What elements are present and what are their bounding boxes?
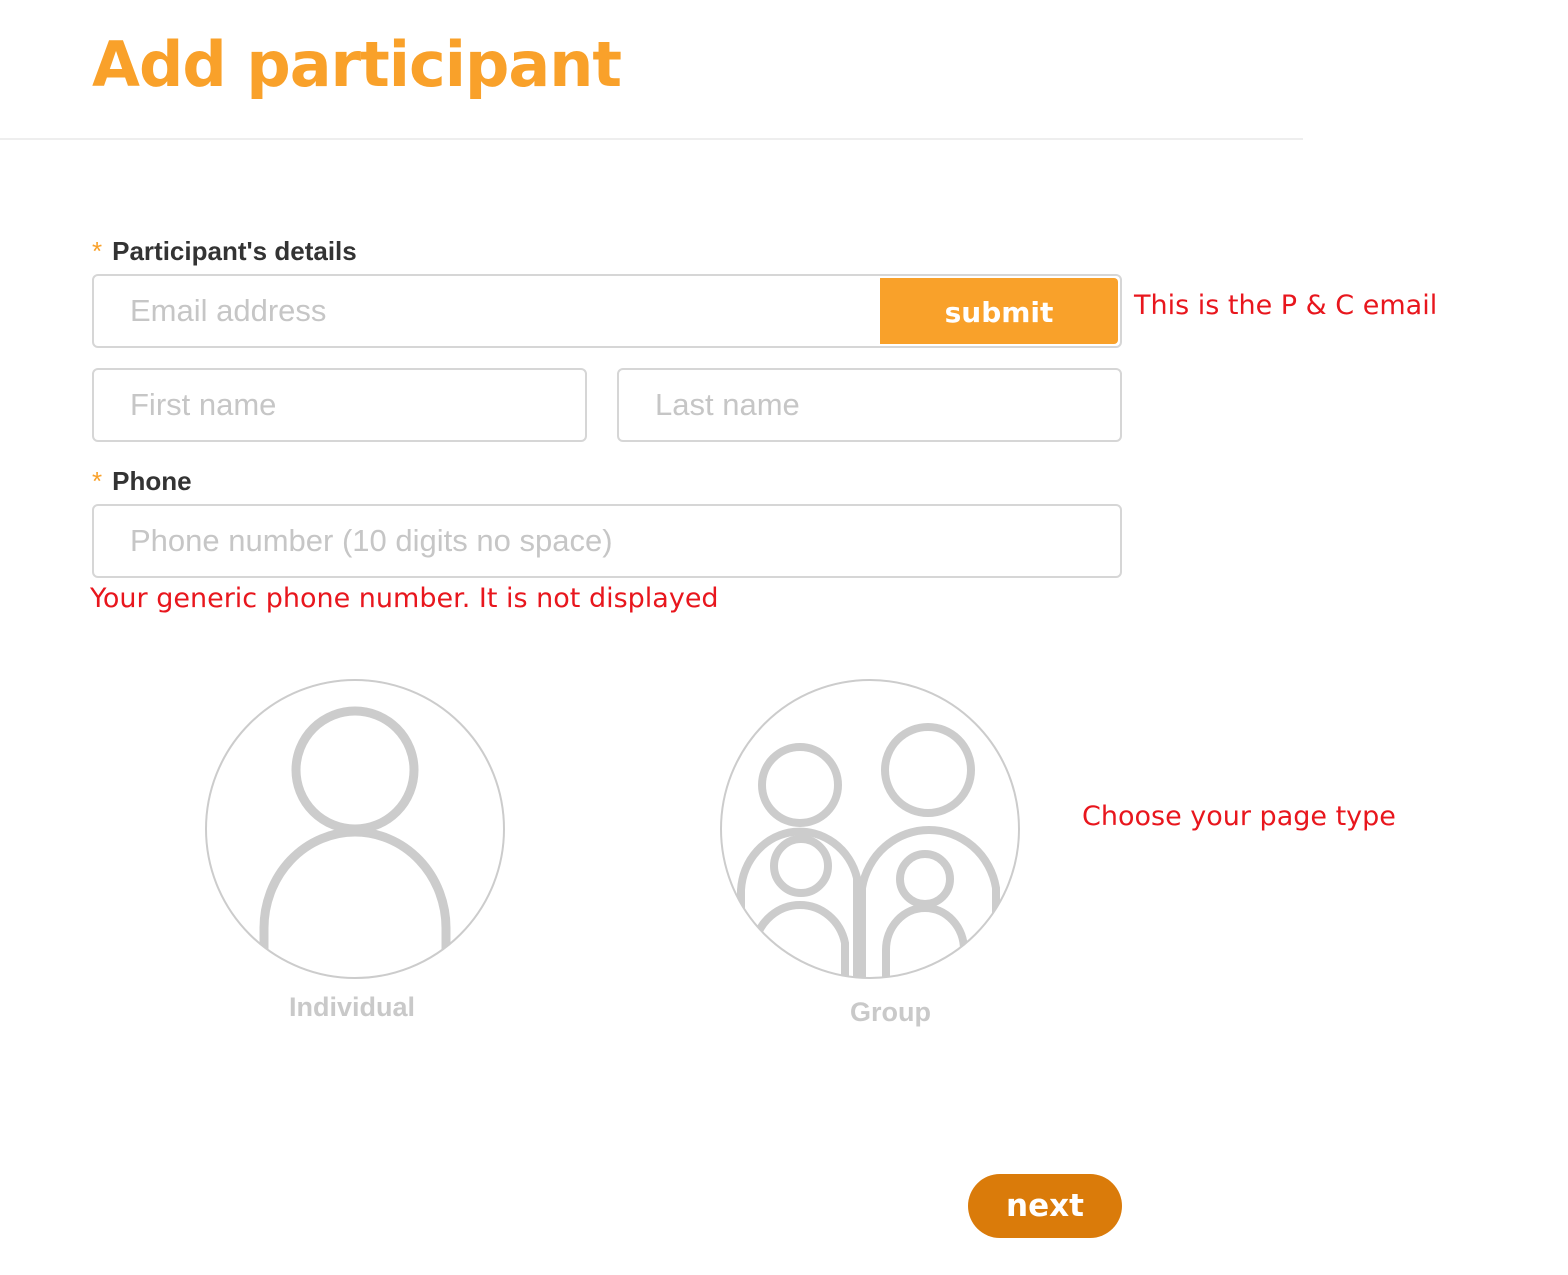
first-name-input[interactable] bbox=[130, 370, 560, 440]
required-marker: * bbox=[92, 466, 103, 496]
next-button[interactable]: next bbox=[968, 1174, 1122, 1238]
email-input[interactable] bbox=[130, 276, 830, 346]
page-type-group[interactable] bbox=[719, 678, 1021, 980]
page-type-note: Choose your page type bbox=[1082, 801, 1396, 832]
phone-label: * Phone bbox=[92, 466, 192, 497]
participant-details-label: * Participant's details bbox=[92, 236, 357, 267]
email-note: This is the P & C email bbox=[1134, 290, 1438, 321]
participant-details-label-text: Participant's details bbox=[112, 236, 357, 266]
group-icon bbox=[720, 679, 1020, 979]
phone-field bbox=[92, 504, 1122, 578]
first-name-field bbox=[92, 368, 587, 442]
phone-note: Your generic phone number. It is not dis… bbox=[90, 583, 719, 614]
last-name-field bbox=[617, 368, 1122, 442]
submit-button[interactable]: submit bbox=[880, 278, 1118, 344]
person-icon bbox=[205, 679, 505, 979]
page-type-individual[interactable] bbox=[204, 678, 506, 980]
page-title: Add participant bbox=[92, 28, 622, 101]
last-name-input[interactable] bbox=[655, 370, 1095, 440]
phone-label-text: Phone bbox=[112, 466, 192, 496]
phone-input[interactable] bbox=[130, 506, 1080, 576]
required-marker: * bbox=[92, 236, 103, 266]
group-label: Group bbox=[850, 997, 931, 1027]
email-field-group: submit bbox=[92, 274, 1122, 348]
individual-label: Individual bbox=[289, 992, 416, 1022]
header-divider bbox=[0, 138, 1303, 140]
add-participant-page: Add participant * Participant's details s… bbox=[0, 0, 1568, 1275]
